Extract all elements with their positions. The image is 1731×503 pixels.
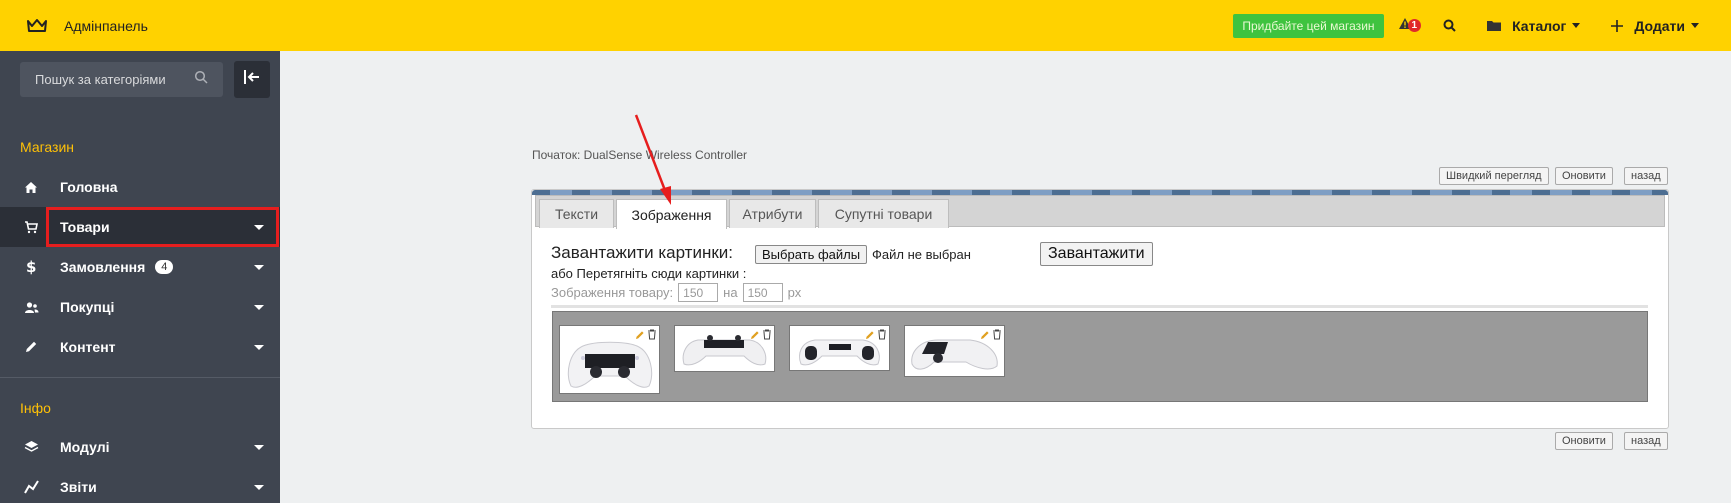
- product-thumbnail[interactable]: [904, 325, 1005, 377]
- category-search-input[interactable]: Пошук за категоріями: [20, 62, 223, 97]
- sidebar-item-orders[interactable]: $ Замовлення 4: [0, 247, 280, 287]
- alerts-button[interactable]: 1: [1398, 17, 1422, 35]
- pencil-icon: [21, 340, 41, 354]
- svg-text:$: $: [26, 259, 36, 275]
- buy-store-button[interactable]: Придбайте цей магазин: [1233, 13, 1384, 38]
- quick-view-button[interactable]: Швидкий перегляд: [1439, 167, 1549, 185]
- section-info: Інфо: [20, 400, 51, 416]
- catalog-label: Каталог: [1512, 17, 1567, 34]
- dollar-icon: $: [21, 259, 41, 275]
- brand[interactable]: Адмінпанель: [26, 18, 148, 34]
- sidebar-item-reports[interactable]: Звіти: [0, 467, 280, 503]
- crown-icon: [26, 18, 48, 34]
- sidebar-divider: [0, 377, 280, 378]
- gallery-separator: [551, 305, 1648, 308]
- product-thumbnail[interactable]: [559, 325, 660, 394]
- tab-related-products[interactable]: Супутні товари: [818, 199, 949, 228]
- back-button[interactable]: назад: [1624, 167, 1668, 185]
- sidebar-item-modules[interactable]: Модулі: [0, 427, 280, 467]
- sidebar-item-label: Покупці: [60, 299, 115, 315]
- cart-icon: [21, 220, 41, 234]
- back-button-bottom[interactable]: назад: [1624, 432, 1668, 450]
- section-shop: Магазин: [20, 139, 75, 155]
- add-label: Додати: [1634, 17, 1685, 34]
- file-status: Файл не выбран: [872, 247, 971, 262]
- image-width-input[interactable]: 150: [678, 283, 719, 302]
- sidebar: Пошук за категоріями Магазин Головна Тов…: [0, 51, 280, 503]
- chart-icon: [21, 480, 41, 494]
- chevron-down-icon: [254, 344, 264, 350]
- product-thumbnail[interactable]: [674, 325, 775, 372]
- folder-icon: [1486, 19, 1502, 32]
- alert-count-badge: 1: [1407, 19, 1422, 32]
- sidebar-item-label: Контент: [60, 339, 116, 355]
- size-label: Зображення товару:: [551, 285, 674, 300]
- sidebar-item-label: Головна: [60, 179, 118, 195]
- refresh-button-bottom[interactable]: Оновити: [1555, 432, 1613, 450]
- image-size-row: Зображення товару: 150 на 150 px: [551, 283, 801, 302]
- controller-image: [682, 335, 767, 366]
- search-icon: [194, 70, 208, 89]
- collapse-icon: [243, 69, 261, 90]
- sidebar-item-home[interactable]: Головна: [0, 167, 280, 207]
- sidebar-item-label: Звіти: [60, 479, 97, 495]
- home-icon: [21, 181, 41, 194]
- catalog-menu[interactable]: Каталог: [1486, 17, 1581, 34]
- size-unit: px: [787, 285, 802, 300]
- brand-label: Адмінпанель: [64, 17, 148, 34]
- search-icon[interactable]: [1443, 19, 1456, 32]
- product-images-panel: Тексти Зображення Атрибути Супутні товар…: [531, 189, 1669, 429]
- tab-attributes[interactable]: Атрибути: [729, 199, 816, 228]
- sidebar-item-label: Замовлення: [60, 259, 146, 275]
- sidebar-item-products[interactable]: Товари: [0, 207, 280, 247]
- collapse-sidebar-button[interactable]: [234, 61, 270, 98]
- product-thumbnail[interactable]: [789, 325, 890, 371]
- users-icon: [21, 301, 41, 314]
- upload-button[interactable]: Завантажити: [1040, 242, 1153, 266]
- chevron-down-icon: [1572, 23, 1581, 28]
- refresh-button[interactable]: Оновити: [1555, 167, 1613, 185]
- chevron-down-icon: [254, 484, 264, 490]
- chevron-down-icon: [254, 304, 264, 310]
- chevron-down-icon: [254, 444, 264, 450]
- add-menu[interactable]: Додати: [1610, 18, 1699, 34]
- search-placeholder: Пошук за категоріями: [35, 72, 166, 87]
- breadcrumb: Початок: DualSense Wireless Controller: [532, 148, 748, 162]
- orders-count-badge: 4: [155, 260, 174, 274]
- chevron-down-icon: [254, 264, 264, 270]
- sidebar-item-content[interactable]: Контент: [0, 327, 280, 367]
- sidebar-item-label: Модулі: [60, 439, 110, 455]
- size-between: на: [723, 285, 738, 300]
- controller-image: [567, 341, 653, 388]
- tab-bar: Тексти Зображення Атрибути Супутні товар…: [535, 195, 1665, 229]
- chevron-down-icon: [1691, 23, 1699, 28]
- drag-hint: або Перетягніть сюди картинки :: [551, 266, 747, 281]
- sidebar-item-label: Товари: [60, 219, 110, 235]
- controller-image: [799, 339, 880, 366]
- controller-image: [911, 339, 998, 370]
- tab-texts[interactable]: Тексти: [539, 199, 614, 228]
- sidebar-item-customers[interactable]: Покупці: [0, 287, 280, 327]
- chevron-down-icon: [254, 224, 264, 230]
- image-height-input[interactable]: 150: [742, 283, 783, 302]
- tab-images[interactable]: Зображення: [616, 199, 727, 229]
- upload-title: Завантажити картинки:: [551, 243, 734, 262]
- plus-icon: [1610, 19, 1624, 33]
- image-gallery: [552, 311, 1648, 402]
- choose-files-button[interactable]: Выбрать файлы: [755, 245, 868, 264]
- layers-icon: [21, 440, 41, 454]
- top-bar: Адмінпанель Придбайте цей магазин 1 Ката…: [0, 0, 1731, 51]
